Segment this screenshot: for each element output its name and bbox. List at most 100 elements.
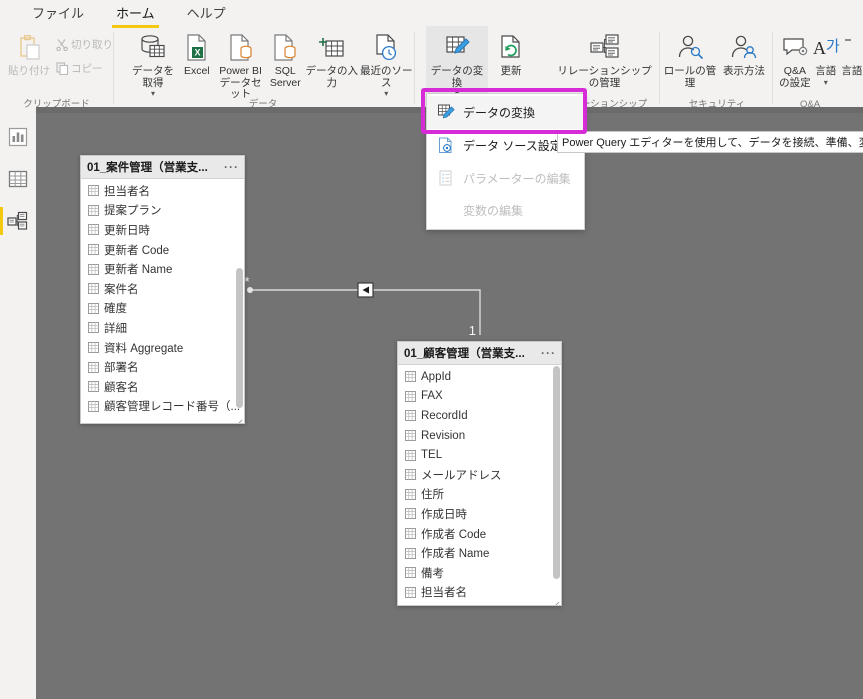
field-row[interactable]: メールアドレス [398, 465, 561, 485]
recent-sources-button[interactable]: 最近のソース ▾ [359, 26, 414, 98]
column-icon [405, 390, 421, 402]
chevron-down-icon[interactable]: ▾ [824, 78, 828, 87]
refresh-icon [498, 31, 524, 65]
field-row[interactable]: 案件名 [81, 279, 244, 299]
table-header[interactable]: 01_案件管理（営業支... ··· [81, 156, 244, 179]
table-menu-icon[interactable]: ··· [538, 346, 556, 360]
sidebar-item-data-view[interactable] [0, 161, 36, 197]
menu-item-transform-data[interactable]: データの変換 [427, 96, 584, 129]
sql-server-icon [272, 31, 298, 65]
field-row[interactable]: 作成者 Name [398, 543, 561, 563]
table-menu-icon[interactable]: ··· [221, 160, 239, 174]
sidebar-item-model-view[interactable] [0, 203, 36, 239]
table-resize-handle[interactable] [552, 596, 560, 605]
transform-data-label: データの変換 [430, 65, 484, 89]
table-card-kokyaku[interactable]: 01_顧客管理（営業支... ··· AppId FAX RecordId Re… [397, 341, 562, 606]
field-row[interactable]: Revision [398, 426, 561, 446]
field-row[interactable]: 詳細 [81, 318, 244, 338]
refresh-label: 更新 [500, 65, 522, 77]
refresh-button[interactable]: 更新 [488, 26, 534, 78]
column-icon [405, 488, 421, 500]
data-view-icon [8, 170, 28, 188]
tab-home[interactable]: ホーム [106, 1, 165, 28]
table-scrollbar[interactable] [553, 366, 560, 579]
view-as-icon [729, 31, 759, 65]
ribbon-tabstrip: ファイル ホーム ヘルプ [0, 0, 863, 28]
column-icon [88, 244, 104, 256]
enter-data-button[interactable]: データの入力 [305, 26, 359, 89]
column-icon [88, 302, 104, 314]
transform-data-icon [443, 31, 471, 65]
table-header[interactable]: 01_顧客管理（営業支... ··· [398, 342, 561, 365]
manage-relationships-button[interactable]: リレーションシップの管理 [553, 26, 657, 89]
field-row[interactable]: 更新日時 [81, 220, 244, 240]
language-secondary-icon [841, 31, 863, 65]
ribbon-group-data: データを取得 ▾ X Excel Power BI データセット SQL Ser… [114, 26, 414, 113]
field-row[interactable]: FAX [398, 387, 561, 407]
field-row[interactable]: 担当者名 [81, 181, 244, 201]
table-card-anken[interactable]: 01_案件管理（営業支... ··· 担当者名 提案プラン 更新日時 更新者 C… [80, 155, 245, 424]
field-row[interactable]: RecordId [398, 406, 561, 426]
language-label: 言語 [815, 65, 837, 77]
field-row[interactable]: 顧客管理レコード番号（... [81, 397, 244, 417]
field-row[interactable]: 備考 [398, 563, 561, 583]
table-scrollbar[interactable] [236, 268, 243, 408]
field-label: 備考 [421, 567, 444, 580]
field-row[interactable]: 資料 Aggregate [81, 338, 244, 358]
field-row[interactable]: 提案プラン [81, 201, 244, 221]
cut-label: 切り取り [71, 39, 113, 51]
field-label: AppId [421, 370, 452, 383]
power-bi-dataset-button[interactable]: Power BI データセット [216, 26, 266, 101]
field-row[interactable]: 作成者 Code [398, 524, 561, 544]
tab-file[interactable]: ファイル [22, 1, 94, 26]
table-resize-handle[interactable] [235, 414, 243, 423]
field-label: 更新日時 [421, 604, 467, 605]
view-as-button[interactable]: 表示方法 [717, 26, 771, 78]
paste-button[interactable]: 貼り付け [8, 26, 50, 78]
excel-button[interactable]: X Excel [178, 26, 216, 78]
field-row[interactable]: 更新日時 [398, 602, 561, 605]
get-data-icon [138, 31, 168, 65]
sidebar-item-report-view[interactable] [0, 119, 36, 155]
manage-roles-button[interactable]: ロールの管理 [663, 26, 717, 89]
language-secondary-button[interactable]: 言語 [841, 26, 863, 78]
cross-filter-arrow [362, 286, 369, 294]
column-icon [88, 342, 104, 354]
copy-button[interactable]: コピー [53, 59, 113, 78]
column-icon [405, 371, 421, 383]
language-button[interactable]: A 가 言語 ▾ [811, 26, 841, 87]
field-row[interactable]: AppId [398, 367, 561, 387]
field-row[interactable]: 担当者名 [398, 583, 561, 603]
field-row[interactable]: 確度 [81, 299, 244, 319]
cut-button[interactable]: 切り取り [53, 35, 113, 54]
column-icon [405, 547, 421, 559]
field-row[interactable]: 更新者 Name [81, 259, 244, 279]
enter-data-label: データの入力 [305, 65, 359, 89]
field-row[interactable]: 作成日時 [398, 504, 561, 524]
tooltip-text: Power Query エディターを使用して、データを接続、準備、変換します。 [562, 137, 863, 149]
sql-server-button[interactable]: SQL Server [266, 26, 305, 89]
column-icon [88, 361, 104, 373]
get-data-label: データを取得 [132, 65, 175, 89]
field-label: 案件名 [104, 283, 139, 296]
transform-data-dropdown-menu[interactable]: データの変換 データ ソース設定 パラメーターの編集 変数の編集 [426, 93, 585, 230]
field-row[interactable]: 住所 [398, 485, 561, 505]
transform-data-button[interactable]: データの変換 ▾ [426, 26, 488, 98]
ribbon-group-qa: Q&A の設定 A 가 言語 ▾ 言語 Q&A [775, 26, 863, 113]
field-label: RecordId [421, 409, 468, 422]
field-row[interactable]: TEL [398, 445, 561, 465]
svg-text:A: A [813, 38, 826, 58]
field-label: 顧客名 [104, 381, 139, 394]
field-label: 更新者 Name [104, 264, 173, 277]
field-label: TEL [421, 449, 443, 462]
get-data-button[interactable]: データを取得 ▾ [128, 26, 178, 98]
field-row[interactable]: 部署名 [81, 357, 244, 377]
tab-help[interactable]: ヘルプ [177, 1, 236, 26]
field-row[interactable]: 顧客名 [81, 377, 244, 397]
field-row[interactable]: 更新者 Code [81, 240, 244, 260]
column-icon [88, 381, 104, 393]
manage-relationships-icon [589, 31, 621, 65]
qa-setup-button[interactable]: Q&A の設定 [779, 26, 811, 89]
sql-server-label: SQL Server [269, 65, 301, 89]
relationship-line [250, 289, 481, 335]
